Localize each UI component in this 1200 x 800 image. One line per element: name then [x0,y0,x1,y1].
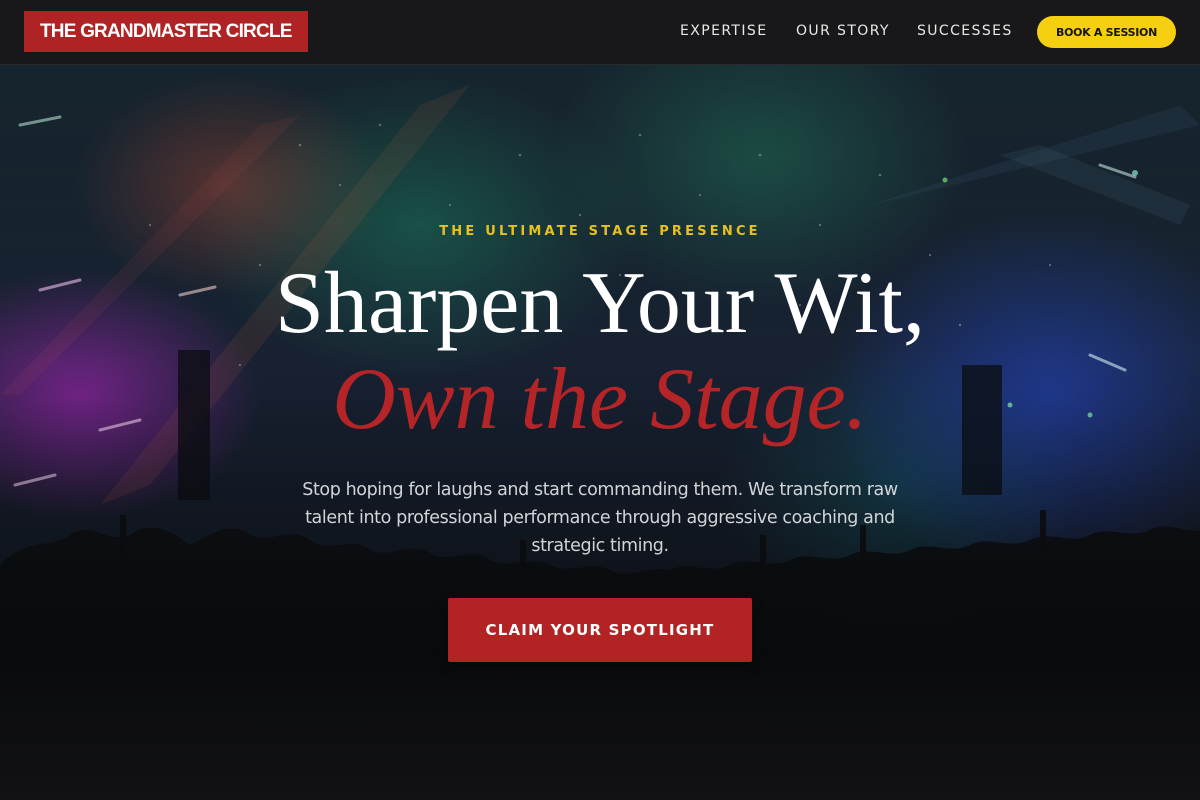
hero-description: Stop hoping for laughs and start command… [302,480,898,556]
nav-link-our-story[interactable]: OUR STORY [796,23,890,39]
claim-spotlight-button[interactable]: CLAIM YOUR SPOTLIGHT [448,598,752,662]
hero-headline: Sharpen Your Wit, [275,255,925,352]
nav-link-expertise[interactable]: EXPERTISE [680,23,767,39]
book-session-button[interactable]: BOOK A SESSION [1037,16,1176,48]
site-header: THE GRANDMASTER CIRCLE EXPERTISE OUR STO… [0,0,1200,65]
brand-logo[interactable]: THE GRANDMASTER CIRCLE [24,11,308,52]
hero-headline-accent: Own the Stage. [332,351,868,448]
hero-eyebrow: THE ULTIMATE STAGE PRESENCE [439,224,761,239]
nav-link-successes[interactable]: SUCCESSES [917,23,1013,39]
